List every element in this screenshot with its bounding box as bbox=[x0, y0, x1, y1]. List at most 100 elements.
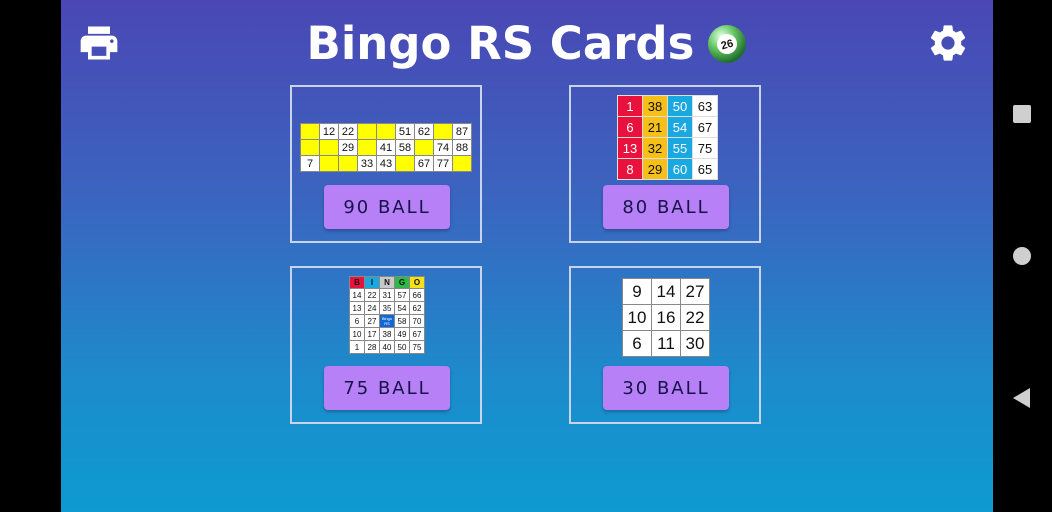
cell: 75 bbox=[409, 340, 425, 354]
cell: 54 bbox=[394, 301, 410, 315]
cell: 58 bbox=[394, 314, 410, 328]
cell: 22 bbox=[364, 288, 380, 302]
30-ball-button[interactable]: 30 BALL bbox=[603, 366, 729, 410]
cell: 38 bbox=[379, 327, 395, 341]
cell: 12 bbox=[319, 123, 339, 140]
cell: 87 bbox=[452, 123, 472, 140]
cell: 16 bbox=[651, 304, 681, 331]
cell: 6 bbox=[617, 116, 643, 138]
cell: 55 bbox=[667, 137, 693, 159]
cell: 57 bbox=[394, 288, 410, 302]
table-row: 13 32 55 75 bbox=[617, 137, 718, 159]
cell: 63 bbox=[692, 95, 718, 117]
cell bbox=[300, 123, 320, 140]
cell: 67 bbox=[692, 116, 718, 138]
left-system-bar bbox=[0, 0, 61, 512]
cell: 29 bbox=[642, 158, 668, 180]
cell: 22 bbox=[680, 304, 710, 331]
cell: 88 bbox=[452, 139, 472, 156]
square-icon[interactable] bbox=[1012, 104, 1032, 124]
table-row: 8 29 60 65 bbox=[617, 158, 718, 180]
cell: 60 bbox=[667, 158, 693, 180]
cell: 8 bbox=[617, 158, 643, 180]
header: Bingo RS Cards 26 bbox=[61, 14, 993, 74]
cell: 62 bbox=[409, 301, 425, 315]
cell: 40 bbox=[379, 340, 395, 354]
cell: 50 bbox=[667, 95, 693, 117]
cell: 38 bbox=[642, 95, 668, 117]
table-row: 29 41 58 74 88 bbox=[300, 139, 472, 156]
cell: 7 bbox=[300, 155, 320, 172]
cell: 51 bbox=[395, 123, 415, 140]
cell bbox=[414, 139, 434, 156]
cell bbox=[319, 155, 339, 172]
cell: 67 bbox=[414, 155, 434, 172]
cell: 22 bbox=[338, 123, 358, 140]
cell: 29 bbox=[338, 139, 358, 156]
cell: 67 bbox=[409, 327, 425, 341]
cell: 6 bbox=[622, 330, 652, 357]
table-header-row: B I N G O bbox=[349, 276, 425, 289]
table-row: 13 24 35 54 62 bbox=[349, 301, 425, 315]
triangle-back-icon[interactable] bbox=[1012, 387, 1032, 409]
app-title: Bingo RS Cards bbox=[306, 17, 695, 70]
card-30-ball: 9 14 27 10 16 22 6 11 30 30 BALL bbox=[569, 266, 761, 424]
cell bbox=[300, 139, 320, 156]
header-cell: N bbox=[379, 276, 395, 289]
header-cell: O bbox=[409, 276, 425, 289]
table-row: 9 14 27 bbox=[622, 278, 710, 305]
cell: 35 bbox=[379, 301, 395, 315]
header-cell: I bbox=[364, 276, 380, 289]
cell: 1 bbox=[617, 95, 643, 117]
80-ball-button[interactable]: 80 BALL bbox=[603, 185, 729, 229]
cell: 27 bbox=[364, 314, 380, 328]
cell: 77 bbox=[433, 155, 453, 172]
header-cell: G bbox=[394, 276, 410, 289]
table-row: 6 11 30 bbox=[622, 330, 710, 357]
cell: 9 bbox=[622, 278, 652, 305]
90-ball-button[interactable]: 90 BALL bbox=[324, 185, 450, 229]
preview-75-ball: B I N G O 14 22 31 57 66 13 24 35 54 62 bbox=[349, 276, 425, 354]
free-space-cell: Bingo RS bbox=[379, 314, 395, 328]
cell: 32 bbox=[642, 137, 668, 159]
cell: 17 bbox=[364, 327, 380, 341]
cell bbox=[376, 123, 396, 140]
75-ball-button[interactable]: 75 BALL bbox=[324, 366, 450, 410]
settings-button[interactable] bbox=[926, 21, 970, 65]
cell: 30 bbox=[680, 330, 710, 357]
cell: 11 bbox=[651, 330, 681, 357]
cell bbox=[395, 155, 415, 172]
table-row: 1 38 50 63 bbox=[617, 95, 718, 117]
table-row: 10 17 38 49 67 bbox=[349, 327, 425, 341]
cell bbox=[452, 155, 472, 172]
cell: 41 bbox=[376, 139, 396, 156]
table-row: 14 22 31 57 66 bbox=[349, 288, 425, 302]
preview-80-ball: 1 38 50 63 6 21 54 67 13 32 55 75 8 29 6… bbox=[617, 95, 718, 180]
table-row: 1 28 40 50 75 bbox=[349, 340, 425, 354]
cell: 6 bbox=[349, 314, 365, 328]
cell bbox=[319, 139, 339, 156]
cell: 54 bbox=[667, 116, 693, 138]
cell: 14 bbox=[349, 288, 365, 302]
app-screen: Bingo RS Cards 26 12 22 51 62 87 29 41 5… bbox=[61, 0, 993, 512]
cell: 1 bbox=[349, 340, 365, 354]
table-row: 12 22 51 62 87 bbox=[300, 123, 472, 140]
cell: 10 bbox=[349, 327, 365, 341]
cell: 13 bbox=[349, 301, 365, 315]
card-90-ball: 12 22 51 62 87 29 41 58 74 88 7 33 43 67… bbox=[290, 85, 482, 243]
cell: 75 bbox=[692, 137, 718, 159]
cell: 66 bbox=[409, 288, 425, 302]
cell: 74 bbox=[433, 139, 453, 156]
cell bbox=[357, 139, 377, 156]
cell: 58 bbox=[395, 139, 415, 156]
circle-icon[interactable] bbox=[1012, 246, 1032, 266]
preview-30-ball: 9 14 27 10 16 22 6 11 30 bbox=[622, 278, 710, 357]
table-row: 7 33 43 67 77 bbox=[300, 155, 472, 172]
cell: 28 bbox=[364, 340, 380, 354]
preview-90-ball: 12 22 51 62 87 29 41 58 74 88 7 33 43 67… bbox=[300, 123, 472, 172]
table-row: 6 27 Bingo RS 58 70 bbox=[349, 314, 425, 328]
cell: 43 bbox=[376, 155, 396, 172]
cell: 14 bbox=[651, 278, 681, 305]
cell: 31 bbox=[379, 288, 395, 302]
cell: 70 bbox=[409, 314, 425, 328]
